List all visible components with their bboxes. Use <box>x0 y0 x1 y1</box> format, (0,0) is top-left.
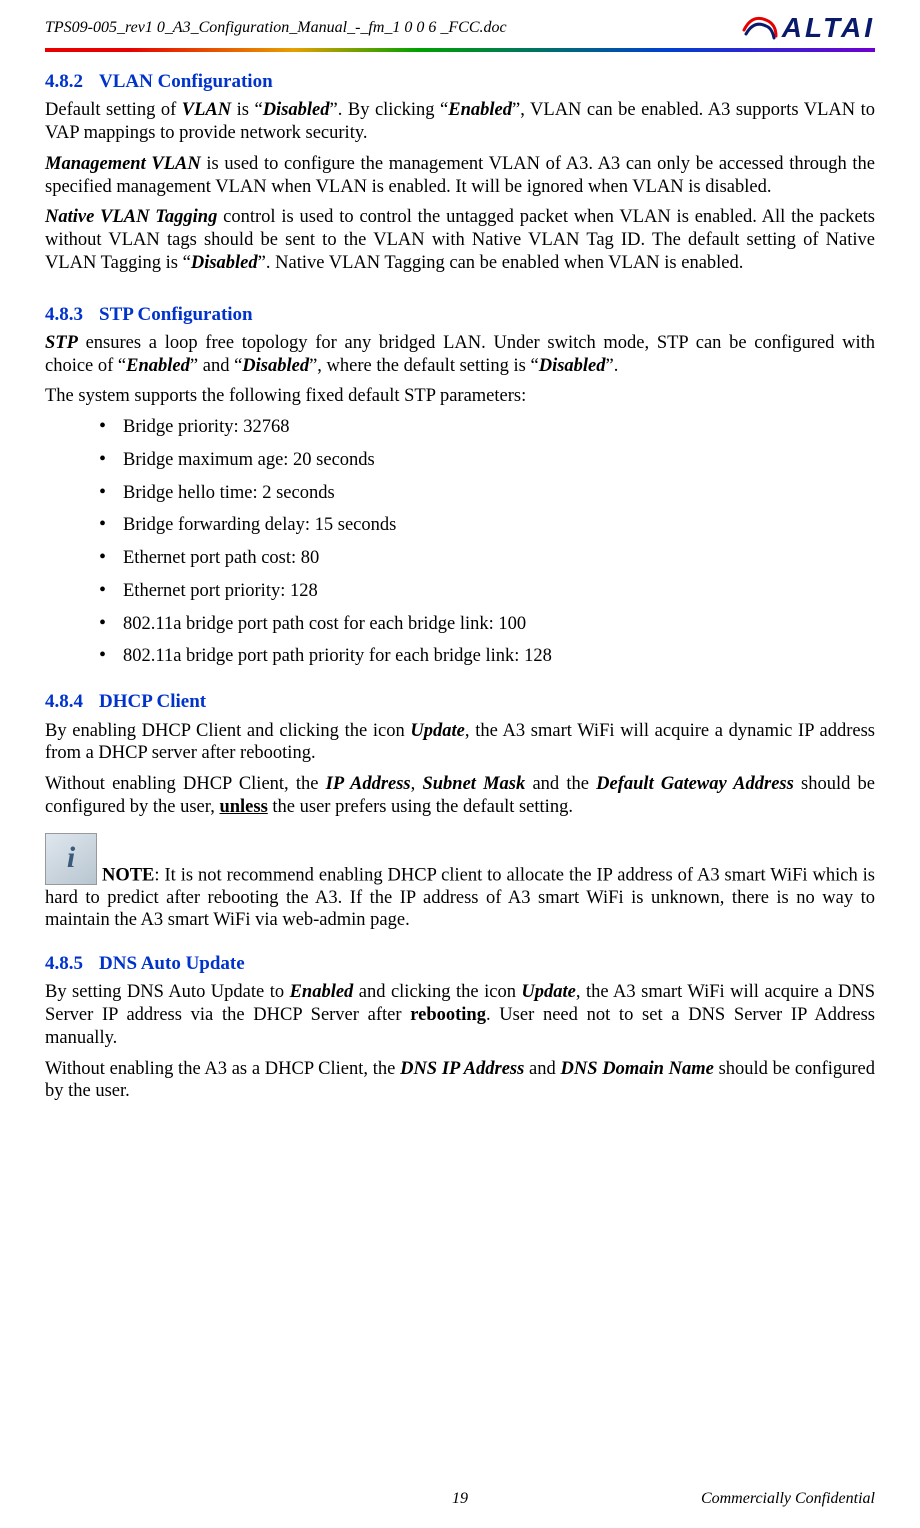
para-stp-intro: STP ensures a loop free topology for any… <box>45 332 875 378</box>
info-icon: i <box>45 833 97 885</box>
page-footer: 19 Commercially Confidential <box>45 1490 875 1508</box>
stp-param-list: Bridge priority: 32768 Bridge maximum ag… <box>45 416 875 668</box>
para-dns-enable: By setting DNS Auto Update to Enabled an… <box>45 981 875 1049</box>
logo-text: ALTAI <box>782 12 875 44</box>
list-item: Ethernet port priority: 128 <box>99 580 875 603</box>
heading-text: DHCP Client <box>99 691 206 712</box>
heading-num: 4.8.5 <box>45 953 83 974</box>
note-label: NOTE <box>102 865 154 885</box>
color-divider <box>45 48 875 52</box>
heading-dhcp-client: 4.8.4 DHCP Client <box>45 690 875 713</box>
para-dns-without: Without enabling the A3 as a DHCP Client… <box>45 1058 875 1104</box>
heading-text: DNS Auto Update <box>99 953 245 974</box>
list-item: Bridge hello time: 2 seconds <box>99 482 875 505</box>
list-item: Bridge priority: 32768 <box>99 416 875 439</box>
heading-text: STP Configuration <box>99 304 253 325</box>
list-item: 802.11a bridge port path priority for ea… <box>99 645 875 668</box>
page-header: TPS09-005_rev1 0_A3_Configuration_Manual… <box>45 0 875 48</box>
heading-stp-config: 4.8.3 STP Configuration <box>45 303 875 326</box>
heading-num: 4.8.3 <box>45 304 83 325</box>
list-item: Bridge maximum age: 20 seconds <box>99 449 875 472</box>
heading-num: 4.8.4 <box>45 691 83 712</box>
para-dhcp-without: Without enabling DHCP Client, the IP Add… <box>45 773 875 819</box>
para-dhcp-enable: By enabling DHCP Client and clicking the… <box>45 720 875 766</box>
heading-vlan-config: 4.8.2 VLAN Configuration <box>45 70 875 93</box>
footer-right: Commercially Confidential <box>701 1490 875 1508</box>
heading-num: 4.8.2 <box>45 71 83 92</box>
page-number: 19 <box>452 1490 468 1508</box>
doc-title: TPS09-005_rev1 0_A3_Configuration_Manual… <box>45 19 507 37</box>
para-mgmt-vlan: Management VLAN is used to configure the… <box>45 153 875 199</box>
logo: ALTAI <box>742 10 875 46</box>
para-vlan-default: Default setting of VLAN is “Disabled”. B… <box>45 99 875 145</box>
list-item: 802.11a bridge port path cost for each b… <box>99 613 875 636</box>
para-native-vlan: Native VLAN Tagging control is used to c… <box>45 206 875 274</box>
para-stp-params: The system supports the following fixed … <box>45 385 875 408</box>
heading-dns-auto-update: 4.8.5 DNS Auto Update <box>45 952 875 975</box>
para-note: i NOTE: It is not recommend enabling DHC… <box>45 833 875 933</box>
logo-swoosh-icon <box>742 10 778 46</box>
heading-text: VLAN Configuration <box>99 71 273 92</box>
list-item: Bridge forwarding delay: 15 seconds <box>99 514 875 537</box>
page-content: 4.8.2 VLAN Configuration Default setting … <box>45 70 875 1103</box>
list-item: Ethernet port path cost: 80 <box>99 547 875 570</box>
